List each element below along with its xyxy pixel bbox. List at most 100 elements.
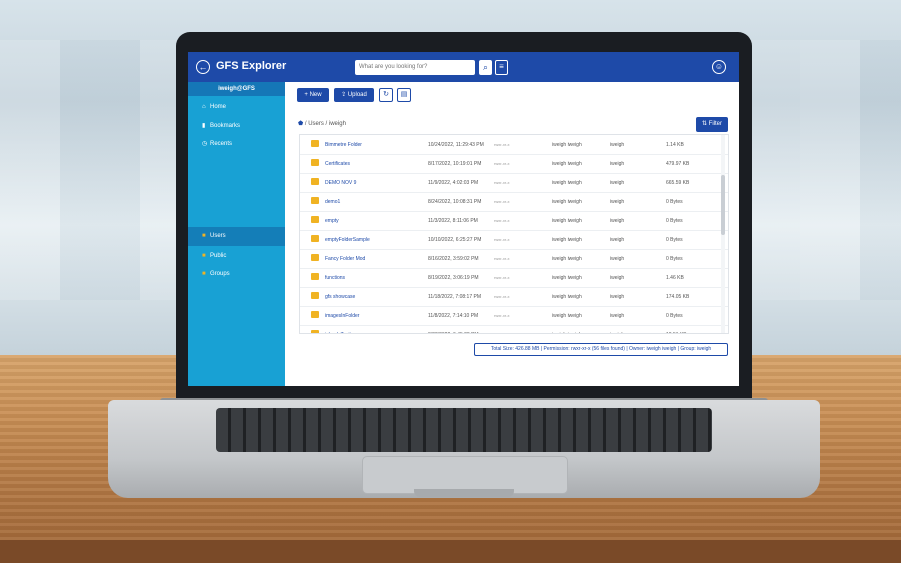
file-permission: rwxr-xr-x xyxy=(494,199,510,204)
table-row[interactable]: functions 8/19/2022, 3:06:19 PM rwxr-xr-x i… xyxy=(300,268,728,288)
refresh-icon[interactable]: ↻ xyxy=(379,88,393,102)
search-icon[interactable]: ⌕ xyxy=(479,60,492,75)
file-owner: iweigh iweigh xyxy=(552,199,582,205)
folder-icon xyxy=(311,216,319,223)
file-size: 1.46 KB xyxy=(666,275,684,281)
table-row[interactable]: Fancy Folder Mod 8/16/2022, 3:59:02 PM rwx… xyxy=(300,249,728,269)
file-permission: rwxr-xr-x xyxy=(494,142,510,147)
upload-icon: ⇪ xyxy=(341,92,348,98)
top-bar: ← GFS Explorer What are you looking for?… xyxy=(188,52,739,82)
table-row[interactable]: gfs showcase 11/18/2022, 7:08:17 PM rwxr-x… xyxy=(300,287,728,307)
file-owner: iweigh iweigh xyxy=(552,294,582,300)
file-date: 8/16/2022, 3:59:02 PM xyxy=(428,256,479,262)
sidebar-item-public[interactable]: ■ Public xyxy=(202,253,226,259)
file-name[interactable]: Bimmetre Folder xyxy=(325,142,362,148)
sidebar-item-groups[interactable]: ■ Groups xyxy=(202,271,230,277)
sidebar-item-bookmarks[interactable]: ▮ Bookmarks xyxy=(202,122,240,129)
file-owner: iweigh iweigh xyxy=(552,256,582,262)
account-name: iweigh@GFS xyxy=(188,82,285,96)
upload-button[interactable]: ⇪ Upload xyxy=(334,88,374,102)
file-size: 0 Bytes xyxy=(666,256,683,262)
folder-icon xyxy=(311,330,319,333)
menu-icon[interactable]: ≡ xyxy=(495,60,508,75)
file-name[interactable]: DEMO NOV 9 xyxy=(325,180,356,186)
file-size: 0 Bytes xyxy=(666,199,683,205)
sidebar-item-label: Recents xyxy=(210,141,233,147)
table-row[interactable]: imagesInFolder 11/8/2022, 7:14:10 PM rwxr-… xyxy=(300,306,728,326)
folder-icon xyxy=(311,140,319,147)
status-bar: Total Size: 426.88 MB | Permission: rwxr… xyxy=(474,343,728,356)
file-permission: rwxr-xr-x xyxy=(494,275,510,280)
file-name[interactable]: Certificates xyxy=(325,161,350,167)
file-group: iweigh xyxy=(610,256,625,262)
file-owner: iweigh iweigh xyxy=(552,313,582,319)
table-row[interactable]: empty 11/3/2022, 8:11:06 PM rwxr-xr-x iweig… xyxy=(300,211,728,231)
file-date: 11/8/2022, 7:14:10 PM xyxy=(428,313,479,319)
home-icon: ⌂ xyxy=(202,104,206,110)
sidebar-item-home[interactable]: ⌂ Home xyxy=(202,104,226,110)
filter-icon: ⇅ xyxy=(701,121,709,127)
file-owner: iweigh iweigh xyxy=(552,180,582,186)
sidebar-item-label: Groups xyxy=(210,271,230,277)
file-name[interactable]: gfs showcase xyxy=(325,294,355,300)
scrollbar-thumb[interactable] xyxy=(721,175,725,235)
new-button[interactable]: + New xyxy=(297,88,329,102)
file-group: iweigh xyxy=(610,313,625,319)
file-date: 11/3/2022, 8:11:06 PM xyxy=(428,218,478,224)
table-row[interactable]: DEMO NOV 9 11/9/2022, 4:02:03 PM rwxr-xr-x… xyxy=(300,173,728,193)
file-date: 8/17/2022, 10:19:01 PM xyxy=(428,161,482,167)
breadcrumb: ⬟ / Users / iweigh xyxy=(298,120,346,127)
folder-icon: ■ xyxy=(202,233,206,239)
file-size: 174.05 KB xyxy=(666,294,690,300)
file-permission: rwxr-xr-x xyxy=(494,218,510,223)
back-icon[interactable]: ← xyxy=(196,60,210,74)
user-icon[interactable]: ☺ xyxy=(712,60,726,74)
folder-icon: ■ xyxy=(202,271,206,277)
file-date: 8/24/2022, 10:08:31 PM xyxy=(428,199,482,205)
file-name[interactable]: icloudsTesting xyxy=(325,332,356,333)
file-size: 18.51 KB xyxy=(666,332,687,333)
file-permission: rwxr-xr-x xyxy=(494,256,510,261)
sidebar-item-label: Bookmarks xyxy=(210,123,241,129)
clock-icon: ◷ xyxy=(202,141,208,147)
file-owner: iweigh iweigh xyxy=(552,237,582,243)
view-toggle-icon[interactable]: ▤ xyxy=(397,88,411,102)
file-name[interactable]: Fancy Folder Mod xyxy=(325,256,365,262)
file-name[interactable]: imagesInFolder xyxy=(325,313,359,319)
file-size: 479.97 KB xyxy=(666,161,690,167)
sidebar-item-recents[interactable]: ◷ Recents xyxy=(202,140,232,147)
table-row[interactable]: icloudsTesting 8/22/2022, 6:45:28 PM rwxr-… xyxy=(300,325,728,333)
breadcrumb-path[interactable]: / Users / iweigh xyxy=(305,121,346,127)
folder-icon xyxy=(311,311,319,318)
file-date: 11/9/2022, 4:02:03 PM xyxy=(428,180,479,186)
file-date: 10/10/2022, 6:25:27 PM xyxy=(428,237,482,243)
table-row[interactable]: Bimmetre Folder 10/24/2022, 11:29:43 PM rw… xyxy=(300,135,728,155)
table-row[interactable]: demo1 8/24/2022, 10:08:31 PM rwxr-xr-x iwei… xyxy=(300,192,728,212)
folder-icon xyxy=(311,254,319,261)
table-row[interactable]: emptyFolderSample 10/10/2022, 6:25:27 PM r… xyxy=(300,230,728,250)
file-size: 665.59 KB xyxy=(666,180,690,186)
filter-button[interactable]: ⇅ Filter xyxy=(696,117,728,132)
file-name[interactable]: functions xyxy=(325,275,345,281)
folder-icon xyxy=(311,235,319,242)
file-date: 11/18/2022, 7:08:17 PM xyxy=(428,294,482,300)
file-size: 1.14 KB xyxy=(666,142,684,148)
sidebar-item-users[interactable]: ■ Users xyxy=(202,233,226,239)
file-group: iweigh xyxy=(610,142,625,148)
file-name[interactable]: emptyFolderSample xyxy=(325,237,370,243)
file-name[interactable]: empty xyxy=(325,218,339,224)
search-input[interactable]: What are you looking for? xyxy=(355,60,475,75)
filter-label: Filter xyxy=(708,121,723,127)
file-group: iweigh xyxy=(610,237,625,243)
file-table: icloudsTesting 8/22/2022, 6:45:28 PM rwxr-… xyxy=(299,134,729,334)
table-row[interactable]: Certificates 8/17/2022, 10:19:01 PM rwxr-x… xyxy=(300,154,728,174)
file-owner: iweigh iweigh xyxy=(552,275,582,281)
file-name[interactable]: demo1 xyxy=(325,199,340,205)
bookmark-icon: ▮ xyxy=(202,123,206,129)
file-date: 8/19/2022, 3:06:19 PM xyxy=(428,275,479,281)
file-permission: rwxr-xr-x xyxy=(494,313,510,318)
app-window: ← GFS Explorer What are you looking for?… xyxy=(188,52,739,386)
file-permission: rwxr-xr-x xyxy=(494,294,510,299)
file-size: 0 Bytes xyxy=(666,237,683,243)
shield-icon: ⬟ xyxy=(298,121,304,127)
